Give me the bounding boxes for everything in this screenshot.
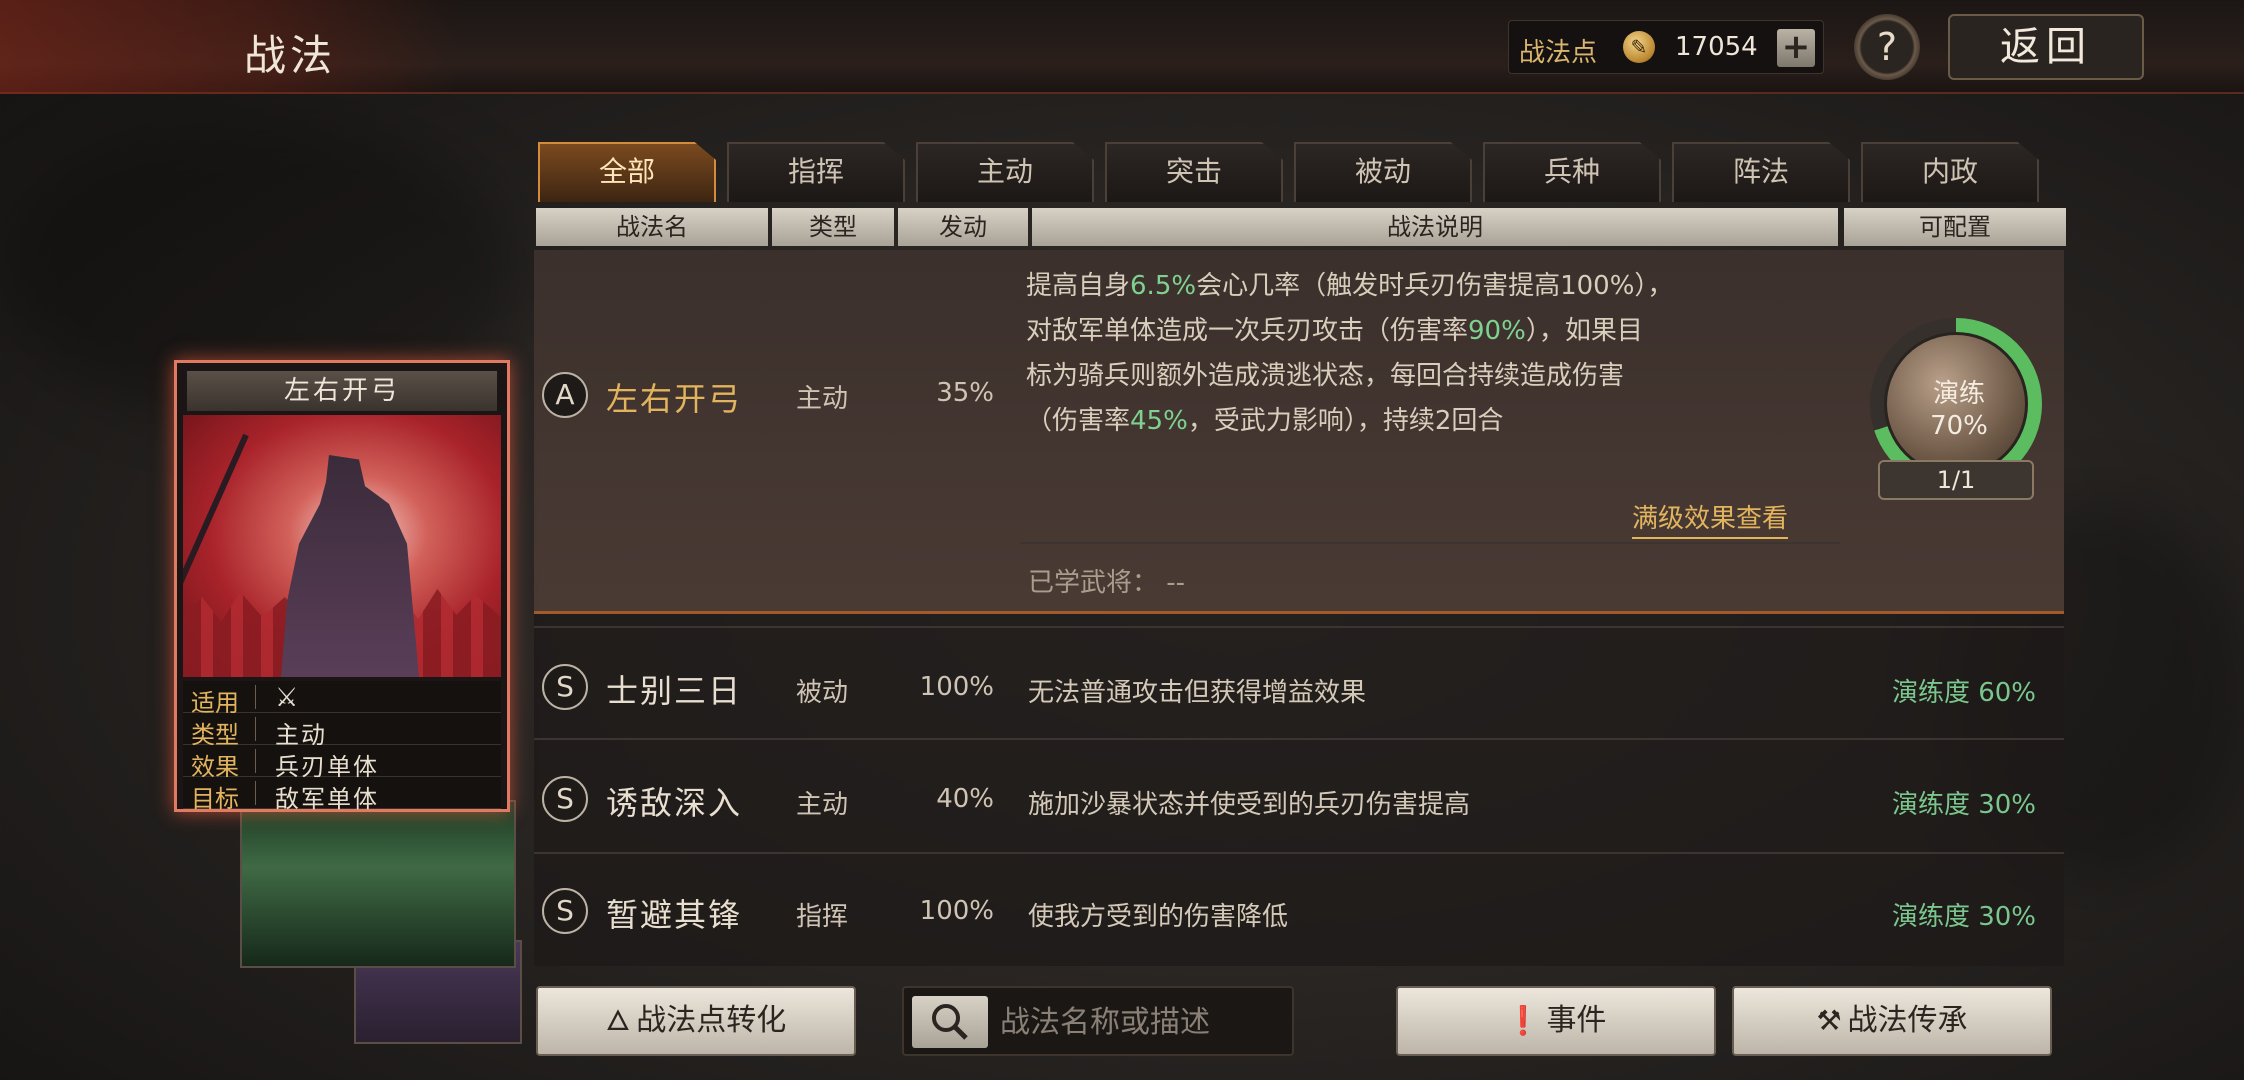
top-bar: 战法 战法点 ✎ 17054 + ? 返回 [0, 0, 2244, 94]
card-info-row: 类型 主动 [183, 713, 501, 749]
tab-formation[interactable]: 阵法 [1672, 142, 1850, 202]
tactic-proficiency: 演练度 30% [1891, 790, 2036, 820]
tactic-proficiency: 演练度 30% [1891, 902, 2036, 932]
info-key: 目标 [191, 785, 239, 813]
search-input[interactable] [1000, 1000, 1280, 1044]
grade-badge: A [542, 372, 588, 418]
points-value: 17054 [1675, 32, 1758, 62]
proficiency-orb: 演练 70% [1884, 332, 2028, 476]
tab-assault[interactable]: 突击 [1105, 142, 1283, 202]
events-button[interactable]: ❗ 事件 [1396, 986, 1716, 1056]
alert-icon: ❗ [1505, 1004, 1541, 1037]
desc-line: （伤害率45%，受武力影响），持续2回合 [1026, 406, 1504, 436]
tactic-description: 施加沙暴状态并使受到的兵刃伤害提高 [1028, 790, 1471, 820]
divider [534, 852, 2064, 854]
coin-icon: ✎ [1623, 31, 1655, 63]
tab-command[interactable]: 指挥 [727, 142, 905, 202]
card-illustration [183, 415, 501, 677]
grade-badge: S [542, 664, 588, 710]
full-effect-link[interactable]: 满级效果查看 [1632, 498, 1789, 539]
grade-badge: S [542, 888, 588, 934]
selected-tactic-description: 提高自身6.5%会心几率（触发时兵刃伤害提高100%）， 对敌军单体造成一次兵刃… [1026, 264, 1826, 444]
proficiency-value: 70% [1930, 411, 1988, 441]
divider [534, 738, 2064, 740]
info-divider [255, 685, 256, 709]
configuration-count: 1/1 [1878, 460, 2034, 500]
info-value: 敌军单体 [275, 785, 379, 813]
info-divider [255, 749, 256, 773]
tactic-points-display: 战法点 ✎ 17054 + [1508, 20, 1824, 74]
tactic-description: 无法普通攻击但获得增益效果 [1028, 678, 1367, 708]
selected-tactic-rate: 35% [936, 378, 994, 408]
tactic-rate: 100% [919, 672, 994, 702]
divider [1020, 542, 1840, 544]
tactic-proficiency: 演练度 60% [1891, 678, 2036, 708]
tab-all[interactable]: 全部 [538, 142, 716, 202]
selected-tactic-name: 左右开弓 [606, 380, 743, 418]
warrior-silhouette [281, 455, 419, 677]
card-info-row: 适用 ⚔ [183, 681, 501, 717]
divider [534, 626, 2064, 628]
tactic-name[interactable]: 暂避其锋 [606, 890, 742, 936]
tactic-name[interactable]: 士别三日 [606, 666, 742, 712]
tactic-rate: 40% [936, 784, 994, 814]
card-info-table: 适用 ⚔ 类型 主动 效果 兵刃单体 目标 敌军单体 [183, 681, 501, 813]
column-header-type: 类型 [772, 208, 894, 246]
grade-badge: S [542, 776, 588, 822]
card-preview-middle [240, 800, 516, 968]
proficiency-label: 演练 [1932, 379, 1985, 409]
tab-troop[interactable]: 兵种 [1483, 142, 1661, 202]
add-points-button[interactable]: + [1777, 29, 1815, 67]
card-title: 左右开弓 [187, 371, 497, 411]
column-header-name: 战法名 [536, 208, 768, 246]
tab-internal[interactable]: 内政 [1861, 142, 2039, 202]
tab-active[interactable]: 主动 [916, 142, 1094, 202]
inherit-button[interactable]: ⚒ 战法传承 [1732, 986, 2052, 1056]
desc-line: 提高自身6.5%会心几率（触发时兵刃伤害提高100%）， [1026, 271, 1674, 301]
tactic-type: 指挥 [796, 902, 849, 932]
points-label: 战法点 [1519, 38, 1598, 68]
tactic-type: 主动 [796, 790, 849, 820]
page-title: 战法 [244, 31, 337, 80]
selected-tactic-type: 主动 [796, 384, 849, 414]
flame-icon: 🜂 [605, 1004, 631, 1037]
desc-line: 标为骑兵则额外造成溃逃状态，每回合持续造成伤害 [1026, 361, 1625, 391]
tab-passive[interactable]: 被动 [1294, 142, 1472, 202]
search-icon[interactable] [912, 996, 988, 1048]
convert-points-button[interactable]: 🜂 战法点转化 [536, 986, 856, 1056]
column-header-desc: 战法说明 [1032, 208, 1838, 246]
info-divider [255, 717, 256, 741]
bow-icon: ⚔ [275, 683, 299, 713]
back-button[interactable]: 返回 [1948, 14, 2144, 80]
column-header-config: 可配置 [1844, 208, 2066, 246]
card-info-row: 效果 兵刃单体 [183, 745, 501, 781]
title-glow [0, 0, 460, 94]
tactic-card: 左右开弓 适用 ⚔ 类型 主动 效果 兵刃单体 目标 敌军单体 [174, 360, 510, 813]
card-info-row: 目标 敌军单体 [183, 777, 501, 813]
tactic-type: 被动 [796, 678, 849, 708]
column-header-rate: 发动 [898, 208, 1028, 246]
desc-line: 对敌军单体造成一次兵刃攻击（伤害率90%），如果目 [1026, 316, 1643, 346]
help-button[interactable]: ? [1854, 14, 1920, 80]
hammer-icon: ⚒ [1816, 1004, 1842, 1037]
learned-generals: 已学武将： -- [1028, 568, 1186, 598]
search-bar [902, 986, 1294, 1056]
tactic-rate: 100% [919, 896, 994, 926]
tactic-name[interactable]: 诱敌深入 [606, 778, 742, 824]
tactic-description: 使我方受到的伤害降低 [1028, 902, 1289, 932]
info-divider [255, 781, 256, 805]
